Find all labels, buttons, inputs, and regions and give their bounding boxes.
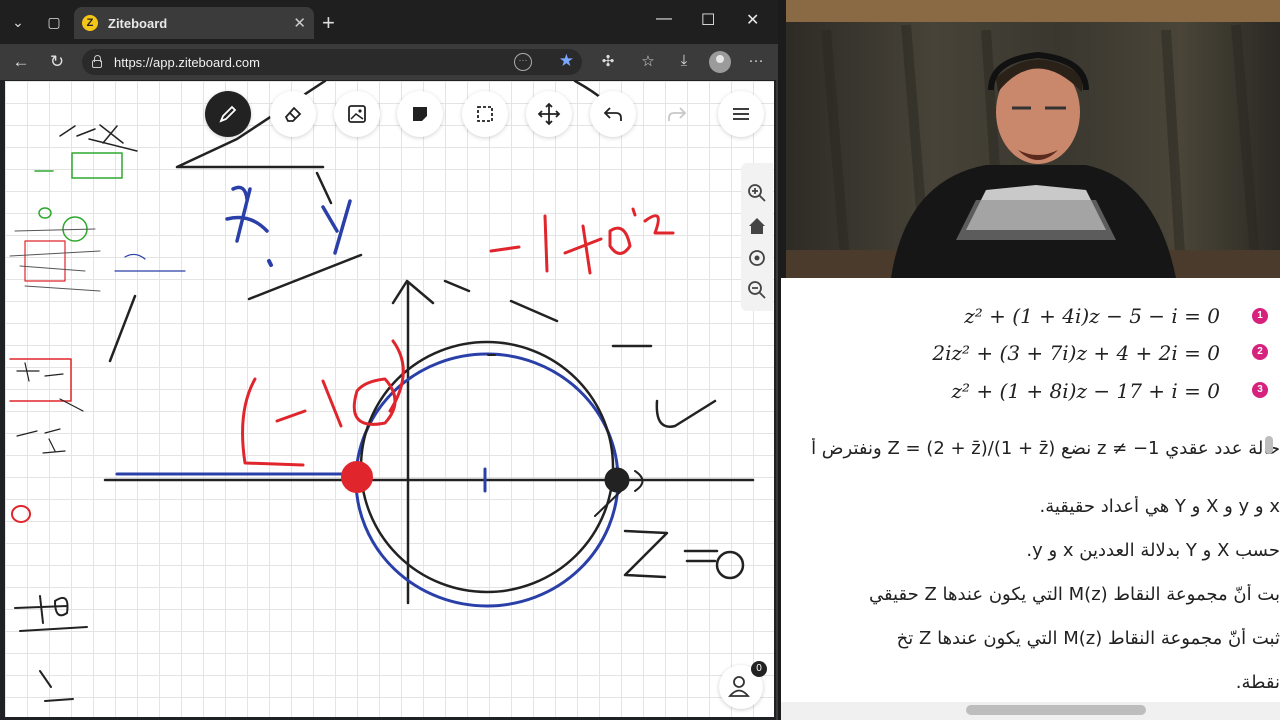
horizontal-scroll-thumb[interactable]: [966, 705, 1146, 715]
text-line-2: x و y و X و Y هي أعداد حقيقية.: [1039, 496, 1280, 517]
document-viewer: z² + (1 + 4i)z − 5 − i = 0 1 2iz² + (3 +…: [781, 278, 1280, 702]
share-users-button[interactable]: 0: [719, 661, 767, 709]
move-arrows-icon: [537, 102, 561, 126]
url-field[interactable]: https://app.ziteboard.com ··· ★: [82, 49, 582, 75]
page-info-icon[interactable]: ···: [514, 53, 532, 71]
profile-avatar[interactable]: [709, 51, 731, 73]
black-point-mark: [604, 467, 630, 493]
close-window-button[interactable]: ✕: [746, 10, 759, 30]
pen-tool-button[interactable]: [205, 91, 251, 137]
zoom-out-icon[interactable]: [747, 280, 767, 300]
tab-title: Ziteboard: [108, 15, 168, 31]
share-count-badge: 0: [751, 661, 767, 677]
text-line-5: ثبت أنّ مجموعة النقاط M(z) التي يكون عند…: [896, 628, 1280, 649]
eraser-icon: [284, 106, 302, 122]
webcam-video: [786, 0, 1280, 278]
black-circle-stroke: [359, 340, 615, 594]
redo-tool-button[interactable]: [654, 91, 700, 137]
favorites-icon[interactable]: ☆: [637, 52, 659, 70]
url-text: https://app.ziteboard.com: [114, 54, 260, 70]
select-tool-button[interactable]: [462, 91, 508, 137]
text-line-3: حسب X و Y بدلالة العددين x و y.: [1026, 540, 1280, 561]
minimize-button[interactable]: —: [656, 10, 672, 28]
undo-tool-button[interactable]: [590, 91, 636, 137]
equation-number-3: 3: [1252, 382, 1268, 398]
home-icon[interactable]: [747, 216, 767, 236]
downloads-icon[interactable]: ⤓: [673, 52, 695, 69]
text-line-6: نقطة.: [1235, 672, 1280, 693]
vertical-scrollbar[interactable]: [1265, 436, 1273, 454]
lock-icon: [92, 55, 102, 68]
image-icon: [348, 105, 366, 123]
browser-window: ⌄ ▢ Z Ziteboard ✕ + — ☐ ✕ ← ↻ https://ap…: [0, 0, 778, 720]
hamburger-menu-icon: [733, 108, 749, 120]
zoom-in-icon[interactable]: [747, 183, 767, 203]
red-paren-stroke: [241, 377, 305, 467]
favorite-star-icon[interactable]: ★: [559, 51, 574, 71]
back-icon[interactable]: ←: [9, 50, 33, 74]
tab-list-chevron-icon[interactable]: ⌄: [0, 0, 36, 44]
menu-tool-button[interactable]: [718, 91, 764, 137]
image-tool-button[interactable]: [334, 91, 380, 137]
new-tab-button[interactable]: +: [322, 10, 335, 36]
equation-3: z² + (1 + 8i)z − 17 + i = 0: [951, 379, 1220, 403]
browser-tab[interactable]: Z Ziteboard ✕: [74, 7, 314, 39]
webcam-person-image: [786, 0, 1280, 278]
eraser-tool-button[interactable]: [270, 91, 316, 137]
move-tool-button[interactable]: [526, 91, 572, 137]
handwriting-layer: [9, 81, 755, 702]
select-box-icon: [477, 106, 493, 122]
reload-icon[interactable]: ↻: [45, 50, 69, 74]
maximize-button[interactable]: ☐: [701, 10, 715, 30]
more-options-icon[interactable]: ···: [745, 52, 767, 69]
redo-icon: [668, 107, 687, 121]
equation-number-2: 2: [1252, 344, 1268, 360]
undo-icon: [603, 107, 622, 121]
tab-close-icon[interactable]: ✕: [293, 14, 306, 32]
zoom-controls: [741, 163, 773, 311]
workspaces-icon[interactable]: ▢: [36, 0, 72, 44]
sticky-note-tool-button[interactable]: [397, 91, 443, 137]
equation-2: 2iz² + (3 + 7i)z + 4 + 2i = 0: [932, 341, 1220, 365]
y-axis-stroke: [391, 279, 435, 605]
sticky-note-icon: [413, 107, 427, 121]
text-line-4: بت أنّ مجموعة النقاط M(z) التي يكون عنده…: [868, 584, 1280, 605]
ziteboard-favicon-icon: Z: [82, 15, 98, 31]
center-icon[interactable]: [747, 248, 767, 268]
whiteboard-canvas[interactable]: 0: [5, 81, 774, 717]
red-point-mark: [341, 461, 373, 493]
equation-number-1: 1: [1252, 308, 1268, 324]
text-line-1: حالة عدد عقدي z ≠ −1 نضع Z = (2 + z̄)/(1…: [811, 438, 1280, 459]
equation-1: z² + (1 + 4i)z − 5 − i = 0: [964, 304, 1220, 328]
extensions-icon[interactable]: ✣: [597, 52, 619, 70]
pencil-icon: [219, 105, 237, 123]
horizontal-scrollbar[interactable]: [781, 702, 1280, 720]
address-bar: ← ↻ https://app.ziteboard.com ··· ★ ✣ ☆ …: [0, 44, 778, 80]
